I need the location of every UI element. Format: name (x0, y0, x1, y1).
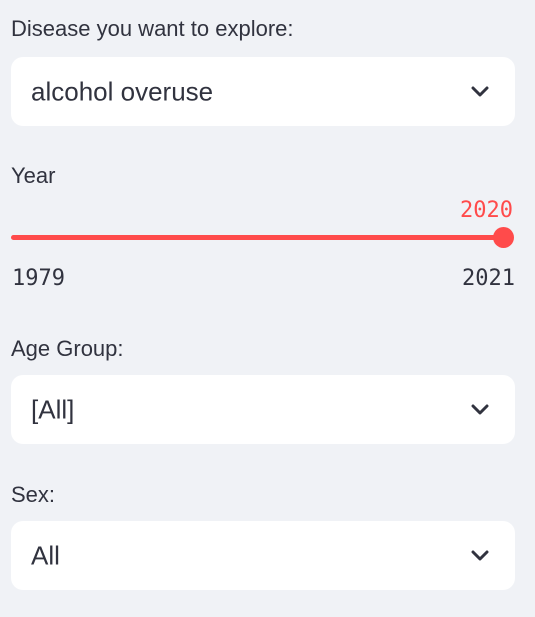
year-slider-track[interactable] (11, 235, 505, 240)
age-group-select[interactable]: [All] (11, 375, 515, 444)
disease-select[interactable]: alcohol overuse (11, 57, 515, 126)
sex-select[interactable]: All (11, 521, 515, 590)
year-label: Year (11, 163, 56, 188)
chevron-down-icon (471, 86, 489, 98)
sex-label: Sex: (11, 482, 56, 507)
disease-label: Disease you want to explore: (11, 16, 294, 41)
chevron-down-icon (471, 404, 489, 416)
disease-select-value: alcohol overuse (31, 76, 214, 106)
year-slider-thumb[interactable] (493, 227, 514, 248)
chevron-down-icon (471, 550, 489, 562)
sex-select-value: All (31, 540, 60, 570)
age-group-label: Age Group: (11, 336, 124, 361)
age-group-select-value: [All] (31, 394, 75, 424)
year-slider-min: 1979 (12, 266, 65, 291)
year-slider-current-value: 2020 (460, 198, 513, 223)
year-slider-max: 2021 (462, 266, 515, 291)
